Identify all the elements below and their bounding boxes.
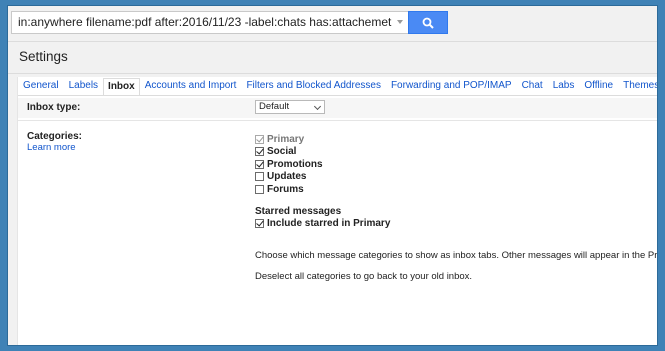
updates-checkbox[interactable] xyxy=(255,172,264,182)
tab-labels[interactable]: Labels xyxy=(64,80,103,95)
chevron-down-icon xyxy=(313,102,322,111)
search-options-dropdown-icon[interactable] xyxy=(397,20,403,24)
tab-bar-divider xyxy=(18,95,657,96)
category-forums[interactable]: Forums xyxy=(255,183,323,196)
include-starred-checkbox[interactable] xyxy=(255,218,264,228)
inbox-type-selected-value: Default xyxy=(259,101,290,112)
categories-label: Categories: xyxy=(27,131,83,142)
search-button[interactable] xyxy=(408,11,448,34)
forums-checkbox[interactable] xyxy=(255,184,264,194)
tab-filters-and-blocked-addresses[interactable]: Filters and Blocked Addresses xyxy=(241,80,386,95)
category-primary: Primary xyxy=(255,133,323,146)
page-title: Settings xyxy=(19,49,68,64)
category-label: Updates xyxy=(267,171,307,183)
include-starred-label: Include starred in Primary xyxy=(267,217,391,229)
category-updates[interactable]: Updates xyxy=(255,171,323,184)
category-label: Primary xyxy=(267,133,305,145)
promotions-checkbox[interactable] xyxy=(255,159,264,169)
search-query: in:anywhere filename:pdf after:2016/11/2… xyxy=(18,15,392,29)
category-label: Forums xyxy=(267,183,304,195)
primary-checkbox xyxy=(255,134,264,144)
title-divider xyxy=(8,73,657,74)
categories-description: Choose which message categories to show … xyxy=(255,250,658,261)
category-promotions[interactable]: Promotions xyxy=(255,158,323,171)
tab-accounts-and-import[interactable]: Accounts and Import xyxy=(140,80,242,95)
tab-inbox[interactable]: Inbox xyxy=(103,78,140,96)
category-social[interactable]: Social xyxy=(255,146,323,159)
inbox-type-select[interactable]: Default xyxy=(255,100,325,114)
inbox-type-row: Inbox type: Default xyxy=(18,98,657,118)
tab-chat[interactable]: Chat xyxy=(517,80,548,95)
tab-forwarding-and-pop-imap[interactable]: Forwarding and POP/IMAP xyxy=(386,80,517,95)
search-bar: in:anywhere filename:pdf after:2016/11/2… xyxy=(11,11,448,34)
tab-labs[interactable]: Labs xyxy=(548,80,580,95)
deselect-description: Deselect all categories to go back to yo… xyxy=(255,271,473,282)
settings-panel: General Labels Inbox Accounts and Import… xyxy=(17,77,658,345)
tab-themes[interactable]: Themes xyxy=(618,80,657,95)
category-label: Social xyxy=(267,146,297,158)
tab-offline[interactable]: Offline xyxy=(579,80,618,95)
include-starred-option[interactable]: Include starred in Primary xyxy=(255,217,390,230)
starred-messages-title: Starred messages xyxy=(255,206,342,217)
categories-list: Primary Social Promotions Updates Forums xyxy=(255,133,323,196)
tab-general[interactable]: General xyxy=(18,80,64,95)
row-divider xyxy=(18,120,657,121)
gmail-window: in:anywhere filename:pdf after:2016/11/2… xyxy=(7,5,658,346)
header-divider xyxy=(8,41,657,42)
learn-more-link[interactable]: Learn more xyxy=(27,142,76,153)
inbox-type-label: Inbox type: xyxy=(27,102,81,113)
social-checkbox[interactable] xyxy=(255,147,264,157)
category-label: Promotions xyxy=(267,158,323,170)
search-input[interactable]: in:anywhere filename:pdf after:2016/11/2… xyxy=(11,11,408,34)
settings-tabs: General Labels Inbox Accounts and Import… xyxy=(18,77,657,96)
search-icon xyxy=(422,17,434,29)
